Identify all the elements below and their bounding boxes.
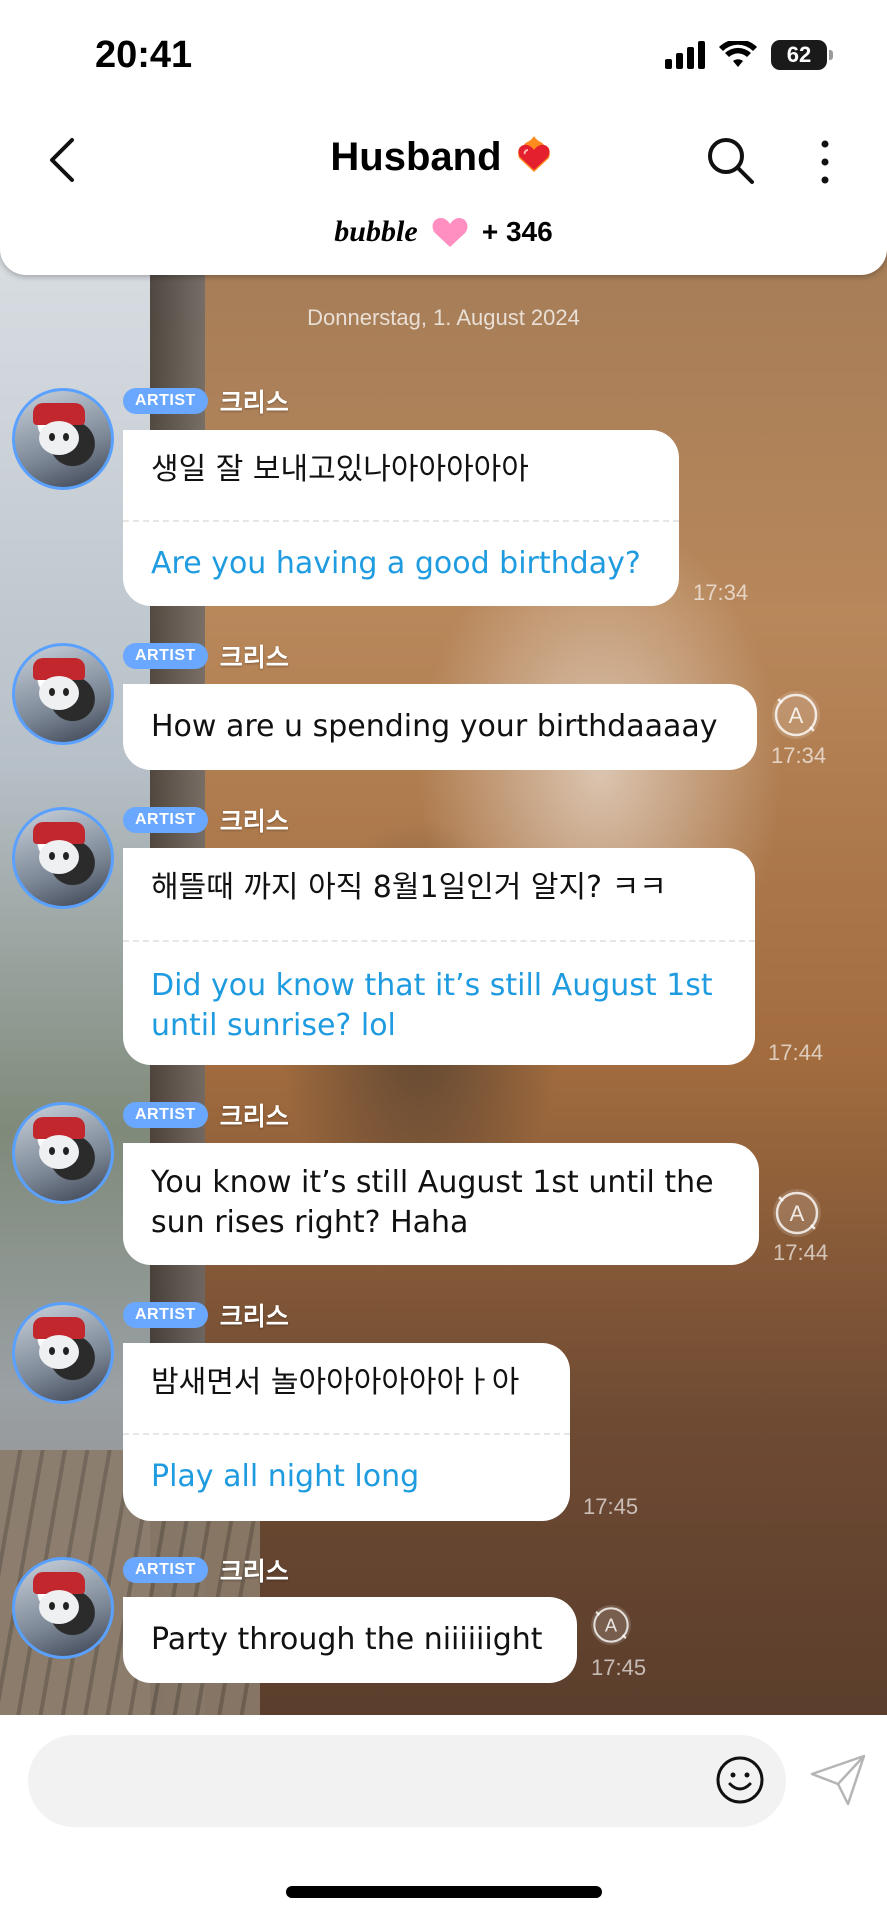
avatar[interactable] <box>12 1557 114 1659</box>
message-time: 17:45 <box>583 1494 639 1519</box>
signal-icon <box>665 41 705 69</box>
sender-name: 크리스 <box>219 807 289 836</box>
avatar[interactable] <box>12 643 114 745</box>
svg-text:A: A <box>605 1615 618 1636</box>
status-bar: 20:41 62 <box>0 0 887 110</box>
message-bubble[interactable]: You know it’s still August 1st until the… <box>123 1143 759 1265</box>
subscription-row: bubble + 346 <box>0 215 887 249</box>
message-text: How are u spending your birthdaaaay <box>151 709 718 744</box>
message-bubble[interactable]: How are u spending your birthdaaaay <box>123 684 757 770</box>
wifi-icon <box>719 41 757 67</box>
sender-name: 크리스 <box>219 388 289 417</box>
message-time: 17:34 <box>771 743 827 768</box>
avatar[interactable] <box>12 1102 114 1204</box>
artist-badge: ARTIST <box>123 1302 208 1328</box>
artist-badge: ARTIST <box>123 1102 208 1128</box>
message-bubble[interactable]: Party through the niiiiiight <box>123 1597 577 1683</box>
translation-text: Play all night long <box>151 1459 420 1494</box>
battery-icon: 62 <box>771 40 833 70</box>
message-time: 17:45 <box>591 1655 647 1680</box>
date-separator: Donnerstag, 1. August 2024 <box>307 305 580 330</box>
heart-icon <box>432 218 468 247</box>
message-text: 밤새면서 놀아아아아아아ㅏ아 <box>151 1365 520 1400</box>
translation-text: Did you know that it’s still August 1st … <box>151 968 713 1043</box>
avatar[interactable] <box>12 388 114 490</box>
member-count: + 346 <box>481 216 553 247</box>
message-header: ARTIST 크리스 <box>123 802 289 838</box>
sender-name: 크리스 <box>219 1302 289 1331</box>
sender-name: 크리스 <box>219 643 289 672</box>
heart-on-fire-icon <box>517 136 550 172</box>
search-icon[interactable] <box>700 130 760 190</box>
send-icon[interactable] <box>808 1752 868 1808</box>
message-header: ARTIST 크리스 <box>123 1552 289 1588</box>
sender-name: 크리스 <box>219 1557 289 1586</box>
message-header: ARTIST 크리스 <box>123 1097 289 1133</box>
status-icons: 62 <box>665 40 833 70</box>
message-text: 생일 잘 보내고있나아아아아아 <box>151 452 529 487</box>
translate-icon[interactable]: A <box>773 1189 821 1237</box>
message-input[interactable] <box>28 1735 786 1827</box>
message-text: 해뜰때 까지 아직 8월1일인거 알지? ㅋㅋ <box>151 870 667 905</box>
home-indicator[interactable] <box>286 1886 602 1898</box>
more-vertical-icon[interactable] <box>805 132 845 192</box>
message-time: 17:44 <box>773 1240 829 1265</box>
artist-badge: ARTIST <box>123 1557 208 1583</box>
svg-text:A: A <box>789 703 804 728</box>
message-bubble[interactable]: 해뜰때 까지 아직 8월1일인거 알지? ㅋㅋ Did you know tha… <box>123 848 755 1065</box>
brand-name: bubble <box>334 215 418 248</box>
message-time: 17:34 <box>693 580 749 605</box>
message-bubble[interactable]: 생일 잘 보내고있나아아아아아 Are you having a good bi… <box>123 430 679 606</box>
translate-icon[interactable]: A <box>591 1605 631 1645</box>
avatar[interactable] <box>12 807 114 909</box>
message-header: ARTIST 크리스 <box>123 383 289 419</box>
chat-header: Husband bubble + 346 <box>0 110 887 275</box>
artist-badge: ARTIST <box>123 388 208 414</box>
artist-badge: ARTIST <box>123 643 208 669</box>
message-text: You know it’s still August 1st until the… <box>151 1165 714 1240</box>
sender-name: 크리스 <box>219 1102 289 1131</box>
chat-area[interactable]: Donnerstag, 1. August 2024 ARTIST 크리스 생일… <box>0 250 887 1715</box>
message-text: Party through the niiiiiight <box>151 1622 543 1657</box>
message-header: ARTIST 크리스 <box>123 638 289 674</box>
smiley-icon[interactable] <box>714 1754 766 1806</box>
translation-text: Are you having a good birthday? <box>151 546 641 581</box>
message-header: ARTIST 크리스 <box>123 1297 289 1333</box>
chat-title-text: Husband <box>330 135 502 179</box>
translate-icon[interactable]: A <box>772 691 820 739</box>
avatar[interactable] <box>12 1302 114 1404</box>
svg-text:A: A <box>790 1201 805 1226</box>
status-time: 20:41 <box>95 34 193 76</box>
artist-badge: ARTIST <box>123 807 208 833</box>
message-bubble[interactable]: 밤새면서 놀아아아아아아ㅏ아 Play all night long <box>123 1343 570 1521</box>
message-time: 17:44 <box>768 1040 824 1065</box>
